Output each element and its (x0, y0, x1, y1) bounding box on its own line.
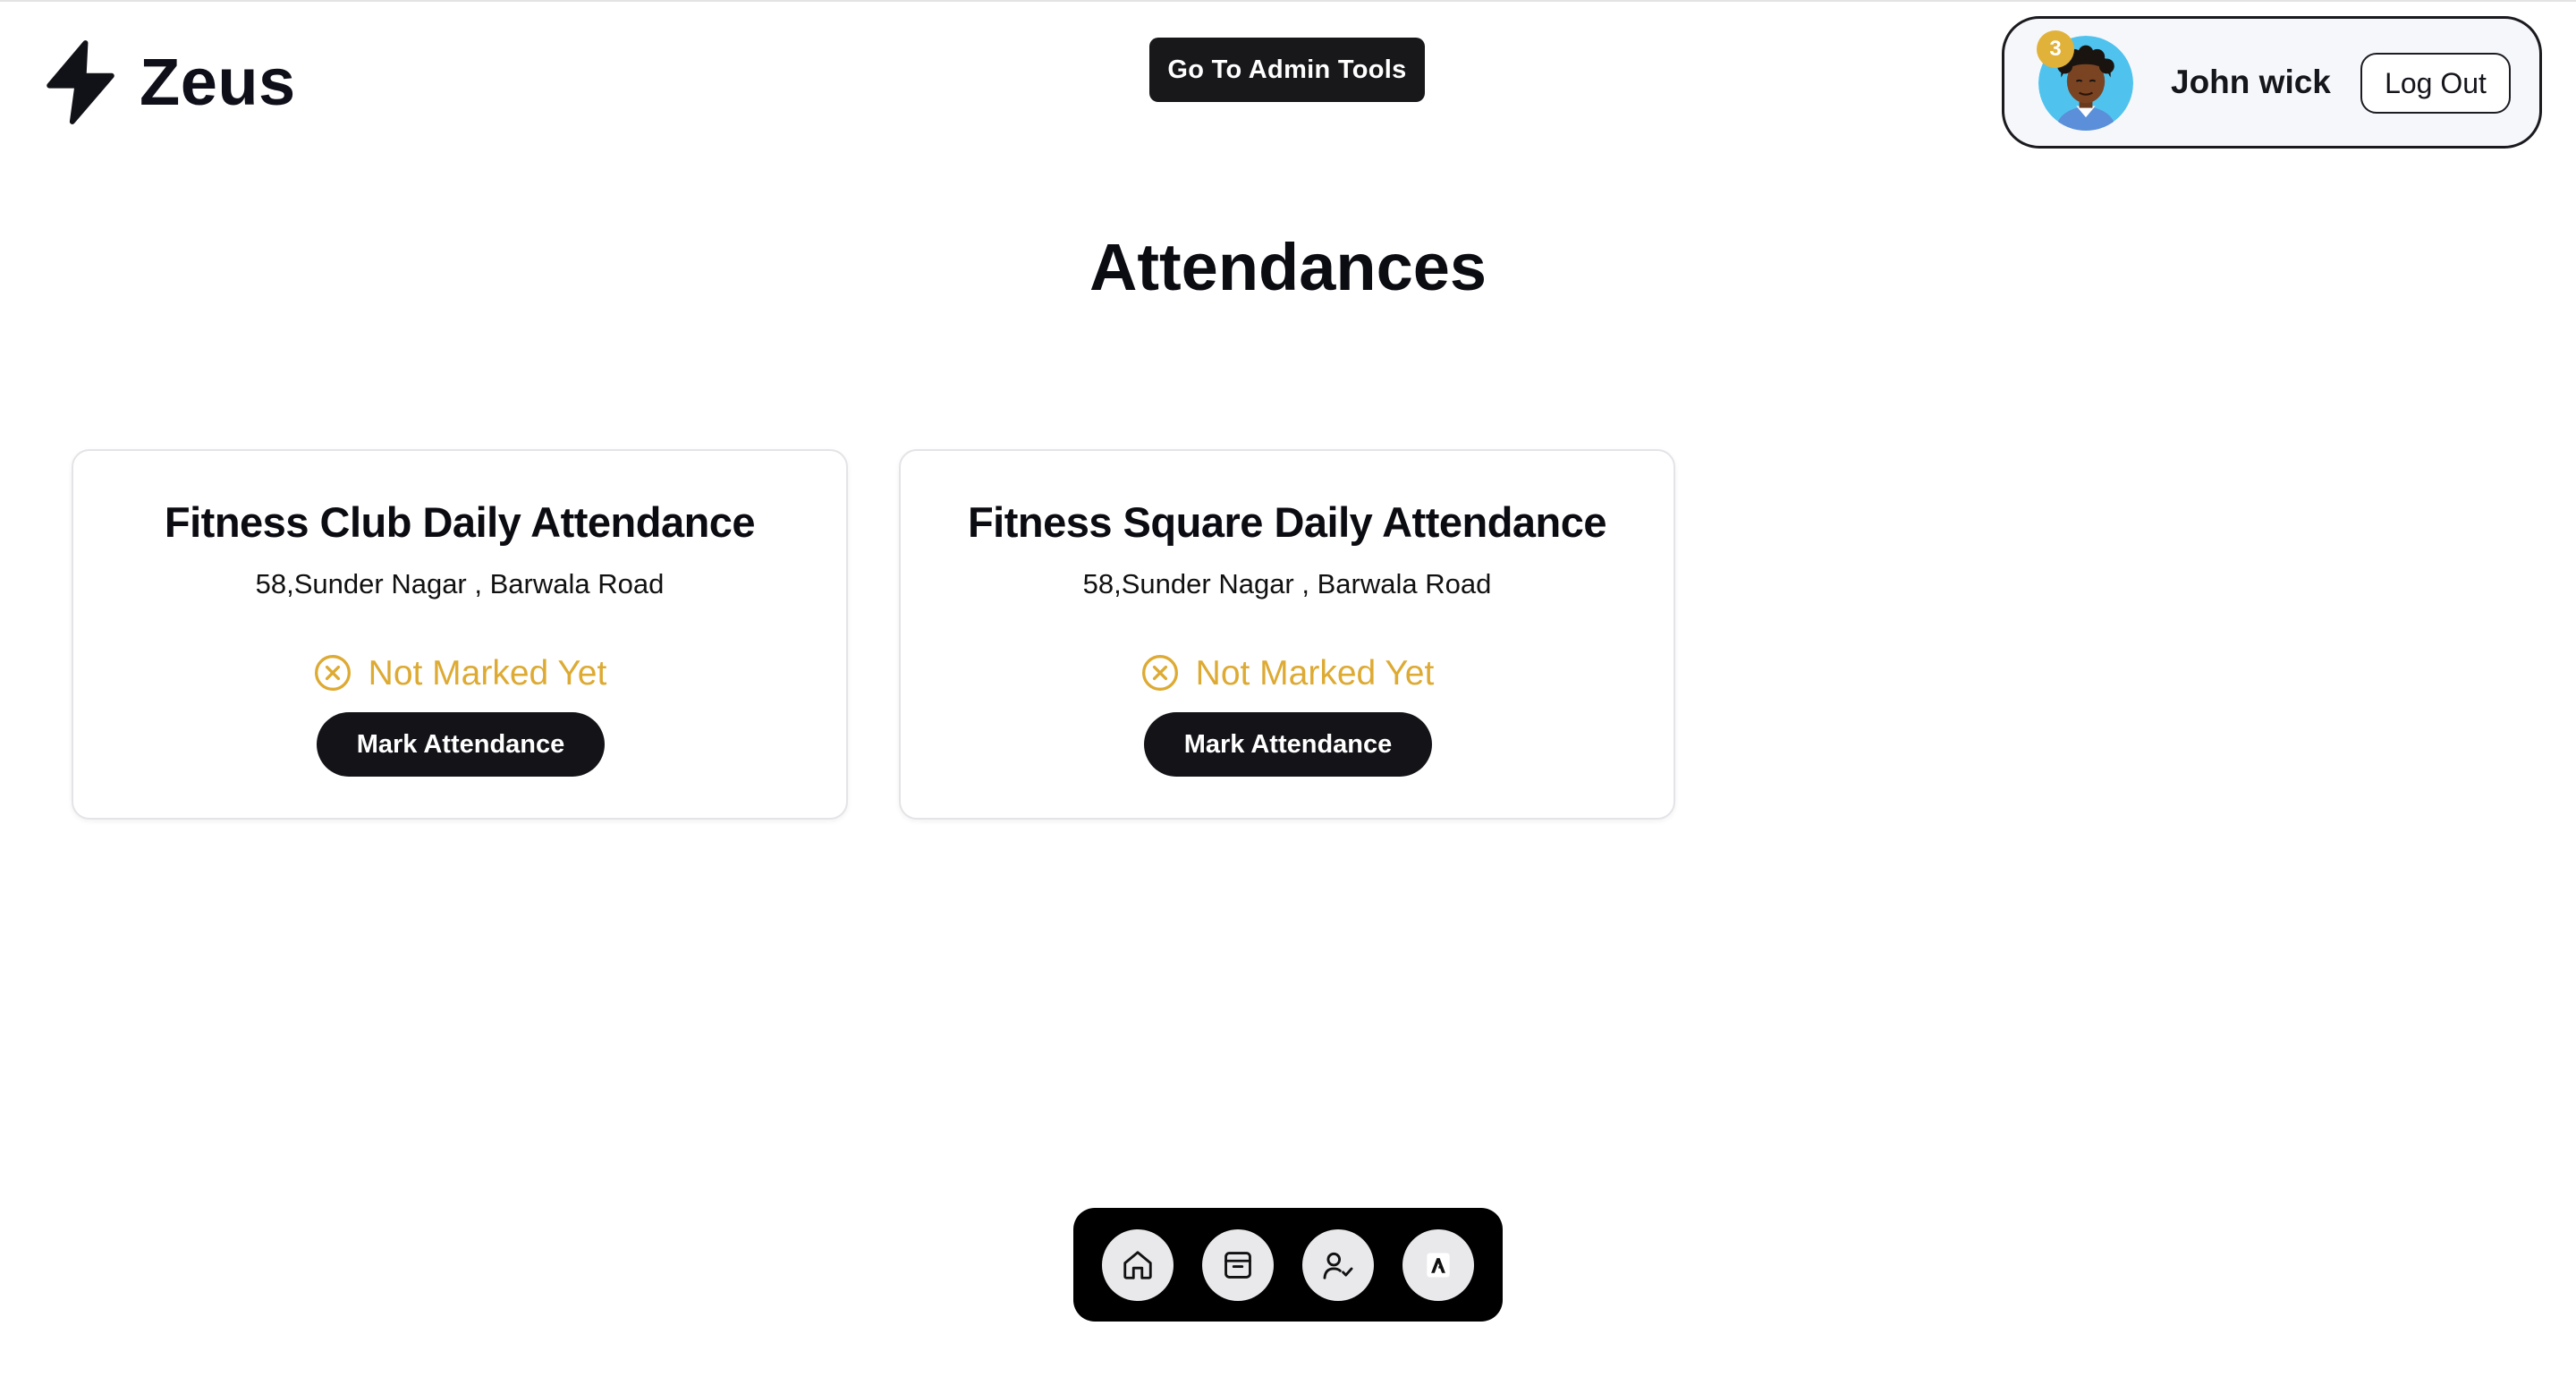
bottom-dock (1073, 1208, 1503, 1322)
home-icon (1123, 1251, 1152, 1279)
user-card: 3 John wick Log Out (2002, 16, 2542, 149)
attendance-status: Not Marked Yet (901, 653, 1674, 693)
app-logo-icon (1427, 1253, 1450, 1278)
attendance-card: Fitness Club Daily Attendance 58,Sunder … (72, 449, 848, 820)
inbox-icon (1224, 1252, 1251, 1279)
card-title: Fitness Square Daily Attendance (967, 498, 1607, 546)
dock-attendance-button[interactable] (1302, 1229, 1374, 1301)
admin-tools-button[interactable]: Go To Admin Tools (1149, 38, 1425, 102)
card-address: 58,Sunder Nagar , Barwala Road (1082, 568, 1492, 599)
status-text: Not Marked Yet (368, 653, 607, 693)
brand-name: Zeus (140, 45, 296, 119)
page-title: Attendances (1089, 230, 1487, 304)
mark-attendance-button[interactable]: Mark Attendance (317, 712, 605, 777)
dock-app-button[interactable] (1402, 1229, 1474, 1301)
status-text: Not Marked Yet (1195, 653, 1435, 693)
x-circle-icon (314, 655, 351, 691)
dock-inbox-button[interactable] (1202, 1229, 1274, 1301)
attendance-card: Fitness Square Daily Attendance 58,Sunde… (899, 449, 1675, 820)
user-name: John wick (2171, 64, 2331, 100)
page: Zeus Go To Admin Tools 3 John wick Log O… (0, 0, 2576, 1394)
logout-button[interactable]: Log Out (2360, 53, 2511, 114)
brand[interactable]: Zeus (41, 39, 296, 125)
card-title: Fitness Club Daily Attendance (164, 498, 756, 546)
mark-attendance-button[interactable]: Mark Attendance (1144, 712, 1432, 777)
user-check-icon (1323, 1252, 1353, 1279)
notification-badge: 3 (2037, 30, 2074, 68)
top-divider (0, 0, 2576, 2)
dock-home-button[interactable] (1102, 1229, 1174, 1301)
x-circle-icon (1141, 655, 1178, 691)
lightning-bolt-icon (47, 40, 114, 124)
attendance-status: Not Marked Yet (73, 653, 846, 693)
card-address: 58,Sunder Nagar , Barwala Road (255, 568, 665, 599)
avatar-wrap[interactable]: 3 (2037, 30, 2133, 131)
